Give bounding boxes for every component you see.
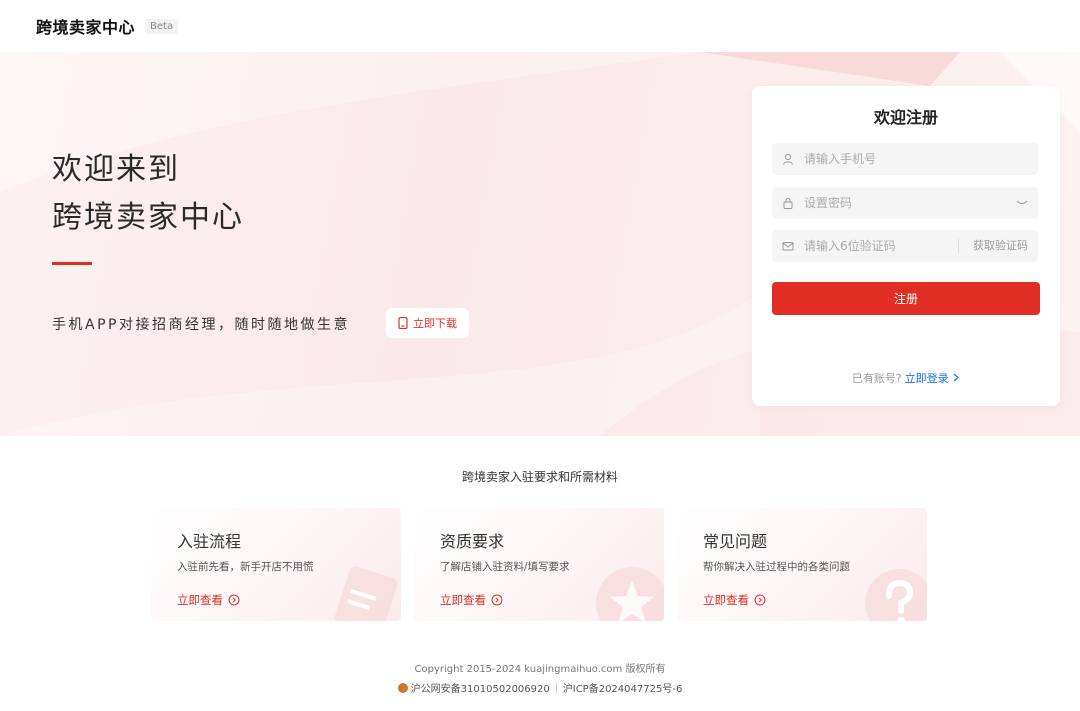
hide-password-icon[interactable] <box>1016 197 1028 209</box>
code-divider <box>958 239 959 253</box>
lock-icon <box>783 198 793 209</box>
info-card-desc: 入驻前先看，新手开店不用慌 <box>177 561 314 573</box>
view-now-link[interactable]: 立即查看 <box>440 592 503 608</box>
info-card-qualification[interactable]: 资质要求 了解店铺入驻资料/填写要求 立即查看 <box>414 508 664 621</box>
login-link-label: 立即登录 <box>904 372 949 385</box>
info-card-title: 资质要求 <box>440 532 505 551</box>
hero-title: 欢迎来到 跨境卖家中心 <box>52 146 244 242</box>
question-mark-illustration-icon <box>865 569 927 621</box>
star-badge-illustration-icon <box>596 567 664 621</box>
footer-divider <box>555 682 557 693</box>
chevron-right-icon <box>953 373 960 382</box>
code-field[interactable]: 获取验证码 <box>772 230 1038 262</box>
info-card-desc: 了解店铺入驻资料/填写要求 <box>440 561 570 573</box>
download-label: 立即下载 <box>413 317 457 330</box>
view-now-label: 立即查看 <box>703 593 749 607</box>
info-card-process[interactable]: 入驻流程 入驻前先看，新手开店不用慌 立即查看 <box>151 508 401 621</box>
copyright-text: Copyright 2015-2024 kuajingmaihuo.com 版权… <box>414 664 666 675</box>
phone-input[interactable] <box>804 152 954 166</box>
document-illustration-icon <box>334 566 398 621</box>
get-code-button[interactable]: 获取验证码 <box>973 230 1028 262</box>
hero-title-line2: 跨境卖家中心 <box>52 200 244 235</box>
register-title: 欢迎注册 <box>873 108 938 127</box>
login-row: 已有账号? 立即登录 <box>752 370 1060 386</box>
mail-icon <box>782 242 794 251</box>
footer-license-row: 沪公网安备31010502006920 沪ICP备2024047725号-6 <box>0 680 1080 695</box>
info-card-desc: 帮你解决入驻过程中的各类问题 <box>703 561 850 573</box>
info-card-faq[interactable]: 常见问题 帮你解决入驻过程中的各类问题 立即查看 <box>677 508 927 621</box>
register-card: 欢迎注册 获取验证码 注册 已有账号?立即登录 <box>752 86 1060 406</box>
site-logo[interactable]: 跨境卖家中心 <box>36 14 135 38</box>
password-field[interactable] <box>772 187 1038 219</box>
icp-record-link[interactable]: 沪ICP备2024047725号-6 <box>563 680 683 695</box>
phone-icon <box>398 317 408 329</box>
top-bar: 跨境卖家中心 Beta <box>0 0 1080 52</box>
view-now-link[interactable]: 立即查看 <box>177 592 240 608</box>
view-now-link[interactable]: 立即查看 <box>703 592 766 608</box>
police-badge-icon <box>397 682 408 693</box>
arrow-circle-icon <box>754 594 766 606</box>
arrow-circle-icon <box>228 594 240 606</box>
code-input[interactable] <box>804 239 954 253</box>
download-app-button[interactable]: 立即下载 <box>386 308 469 338</box>
info-card-title: 常见问题 <box>703 532 768 551</box>
phone-field[interactable] <box>772 143 1038 175</box>
view-now-label: 立即查看 <box>177 593 223 607</box>
register-button[interactable]: 注册 <box>772 282 1040 315</box>
info-card-title: 入驻流程 <box>177 532 242 551</box>
login-link[interactable]: 立即登录 <box>905 372 961 385</box>
hero-subtitle: 手机APP对接招商经理，随时随地做生意 <box>52 317 350 333</box>
user-icon <box>783 153 793 165</box>
arrow-circle-icon <box>491 594 503 606</box>
hero-divider <box>52 262 92 265</box>
view-now-label: 立即查看 <box>440 593 486 607</box>
hero-title-line1: 欢迎来到 <box>52 152 180 187</box>
section-title: 跨境卖家入驻要求和所需材料 <box>461 470 618 484</box>
password-input[interactable] <box>804 196 954 210</box>
has-account-text: 已有账号? <box>851 372 902 385</box>
beta-badge: Beta <box>145 18 179 34</box>
police-record-link[interactable]: 沪公网安备31010502006920 <box>411 680 550 695</box>
